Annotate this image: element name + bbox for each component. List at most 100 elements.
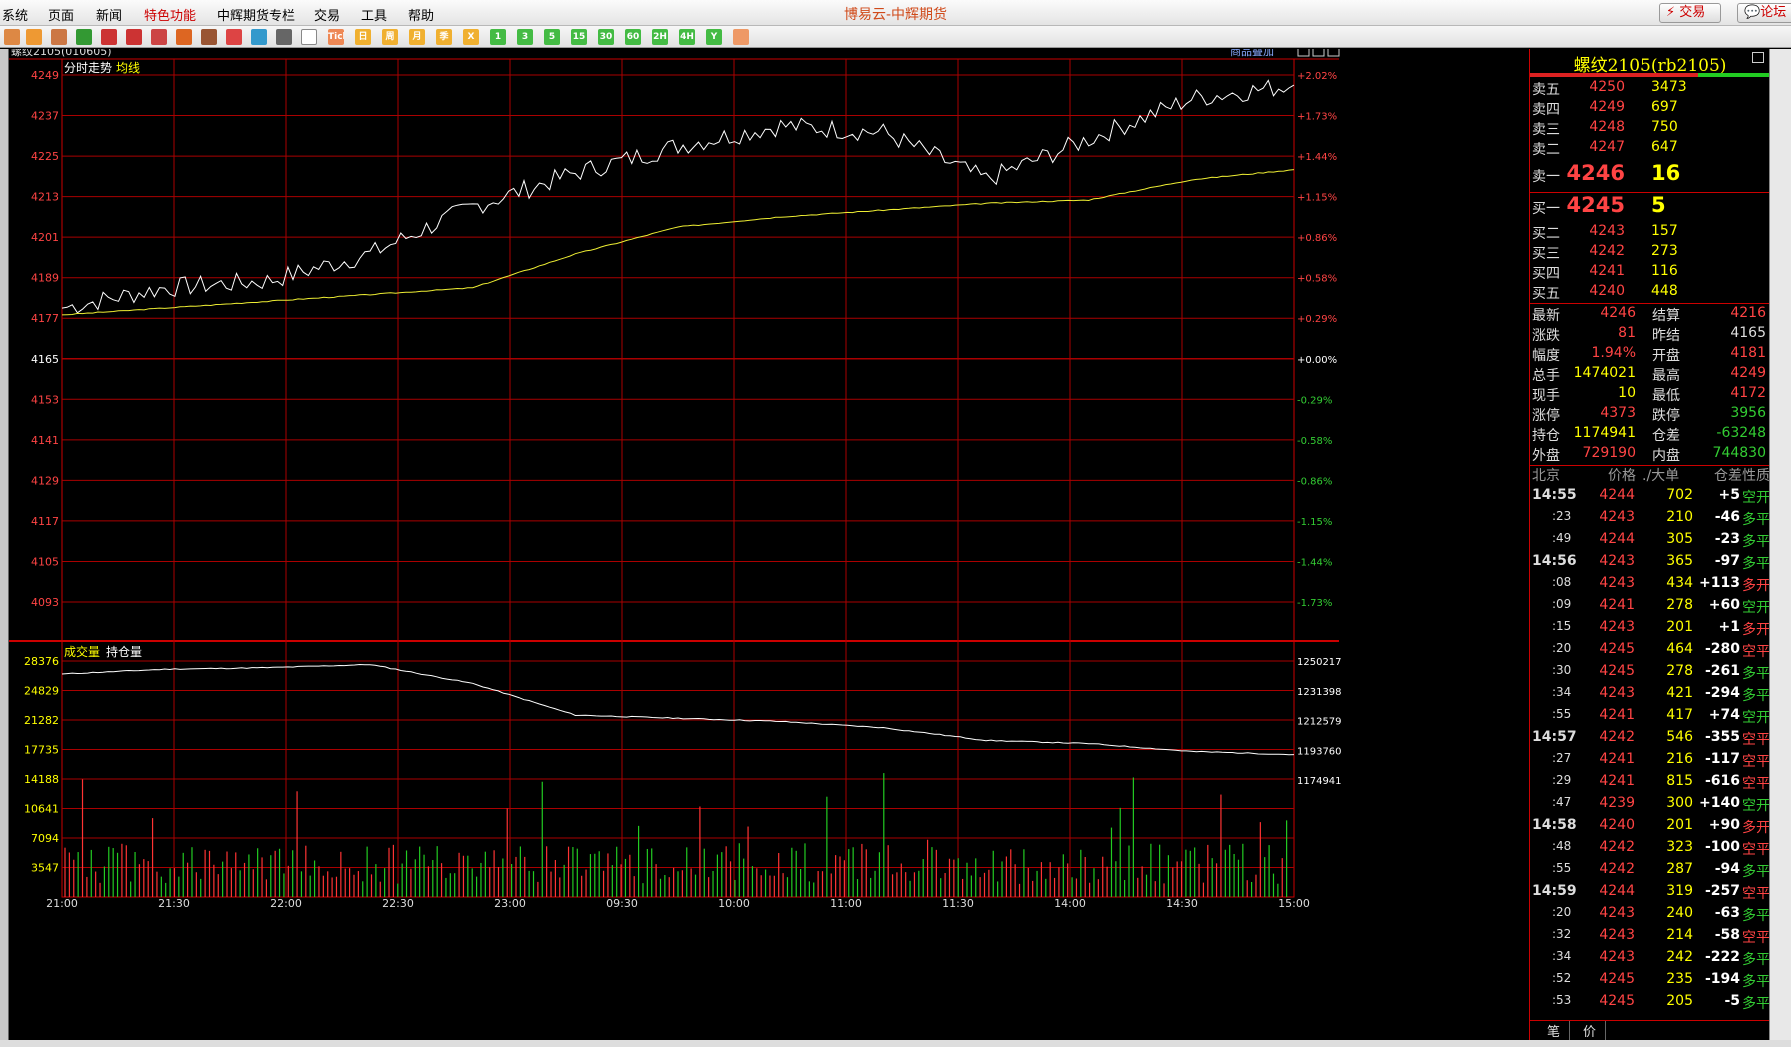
menu-features[interactable]: 特色功能: [144, 5, 196, 24]
filter-icon[interactable]: [226, 29, 242, 45]
zoom-in-icon[interactable]: [101, 29, 117, 45]
tick-nature: 多平: [1742, 534, 1770, 550]
left-tab-strip[interactable]: [0, 49, 9, 1047]
tick-row[interactable]: :23 4243 210 -46 多平: [1530, 509, 1770, 531]
ask-row[interactable]: 卖五 4250 3473: [1530, 79, 1770, 98]
draw-icon[interactable]: [176, 29, 192, 45]
tick-row[interactable]: :20 4243 240 -63 多平: [1530, 905, 1770, 927]
bid-row[interactable]: 买一 4245 5: [1530, 193, 1770, 221]
menu-zhonghui-column[interactable]: 中辉期货专栏: [217, 5, 295, 24]
month-icon[interactable]: 月: [409, 29, 425, 45]
3min-icon[interactable]: 3: [517, 29, 533, 45]
ask-row[interactable]: 卖一 4246 16: [1530, 161, 1770, 189]
time-label: 23:00: [494, 897, 526, 910]
quote-panel-max-icon[interactable]: [1752, 52, 1764, 63]
bottom-tab[interactable]: 笔: [1538, 1021, 1570, 1040]
menu-page[interactable]: 页面: [48, 5, 74, 24]
home-icon[interactable]: [4, 29, 20, 45]
15min-icon[interactable]: 15: [571, 29, 587, 45]
ask-row[interactable]: 卖四 4249 697: [1530, 99, 1770, 118]
trend-icon[interactable]: [301, 29, 317, 45]
bottom-tab[interactable]: 价: [1574, 1021, 1606, 1040]
tick-row[interactable]: :30 4245 278 -261 多平: [1530, 663, 1770, 685]
tick-row[interactable]: :49 4244 305 -23 多平: [1530, 531, 1770, 553]
tick-row[interactable]: :55 4241 417 +74 空开: [1530, 707, 1770, 729]
calc-icon[interactable]: [733, 29, 749, 45]
4h-icon[interactable]: 4H: [679, 29, 695, 45]
bid-row[interactable]: 买三 4242 273: [1530, 243, 1770, 262]
ask-label: 卖一: [1532, 169, 1560, 185]
tick-icon[interactable]: Tick: [328, 29, 344, 45]
ask-row[interactable]: 卖二 4247 647: [1530, 139, 1770, 158]
menu-tools[interactable]: 工具: [361, 5, 387, 24]
tick-row[interactable]: :09 4241 278 +60 空开: [1530, 597, 1770, 619]
tick-nature: 多平: [1742, 556, 1770, 572]
tick-row[interactable]: 14:56 4243 365 -97 多平: [1530, 553, 1770, 575]
day-icon[interactable]: 日: [355, 29, 371, 45]
tools-icon[interactable]: [201, 29, 217, 45]
tick-time: 14:59: [1532, 883, 1577, 899]
tick-row[interactable]: :08 4243 434 +113 多开: [1530, 575, 1770, 597]
tick-nature: 空平: [1742, 930, 1770, 946]
tick-row[interactable]: :32 4243 214 -58 空平: [1530, 927, 1770, 949]
menu-trade[interactable]: 交易: [314, 5, 340, 24]
tick-row[interactable]: :34 4243 421 -294 多平: [1530, 685, 1770, 707]
tick-row[interactable]: :20 4245 464 -280 空平: [1530, 641, 1770, 663]
tick-row[interactable]: 14:57 4242 546 -355 空平: [1530, 729, 1770, 751]
tick-row[interactable]: :48 4242 323 -100 空平: [1530, 839, 1770, 861]
5min-icon[interactable]: 5: [544, 29, 560, 45]
tick-row[interactable]: 14:59 4244 319 -257 空平: [1530, 883, 1770, 905]
percent-tick: +0.58%: [1297, 274, 1337, 285]
bid-row[interactable]: 买五 4240 448: [1530, 283, 1770, 302]
bid-label: 买一: [1532, 201, 1560, 217]
tick-row[interactable]: :29 4241 815 -616 空平: [1530, 773, 1770, 795]
folder-icon[interactable]: [51, 29, 67, 45]
zoom-out-icon[interactable]: [126, 29, 142, 45]
color-icon[interactable]: [151, 29, 167, 45]
1min-icon[interactable]: 1: [490, 29, 506, 45]
forum-button[interactable]: 💬论坛: [1737, 3, 1791, 23]
tick-time: :49: [1552, 531, 1572, 545]
tick-row[interactable]: 14:55 4244 702 +5 空开: [1530, 487, 1770, 509]
tick-time: 14:56: [1532, 553, 1577, 569]
tick-row[interactable]: :55 4242 287 -94 多平: [1530, 861, 1770, 883]
bid-label: 买二: [1532, 226, 1560, 242]
30min-icon[interactable]: 30: [598, 29, 614, 45]
tick-time: :47: [1552, 795, 1572, 809]
tick-oi-change: -117: [1704, 751, 1740, 767]
refresh-icon[interactable]: [76, 29, 92, 45]
percent-tick: +0.00%: [1297, 355, 1337, 366]
tick-volume: 365: [1666, 553, 1693, 569]
x-icon[interactable]: X: [463, 29, 479, 45]
menu-news[interactable]: 新闻: [96, 5, 122, 24]
tick-row[interactable]: :52 4245 235 -194 多平: [1530, 971, 1770, 993]
bid-row[interactable]: 买四 4241 116: [1530, 263, 1770, 282]
tick-row[interactable]: :15 4243 201 +1 多开: [1530, 619, 1770, 641]
table-icon[interactable]: [276, 29, 292, 45]
percent-tick: -1.73%: [1297, 598, 1332, 609]
tick-row[interactable]: :47 4239 300 +140 空开: [1530, 795, 1770, 817]
60min-icon[interactable]: 60: [625, 29, 641, 45]
year-icon[interactable]: Y: [706, 29, 722, 45]
time-label: 09:30: [606, 897, 638, 910]
overlay-link[interactable]: 商品叠加: [1230, 49, 1274, 58]
week-icon[interactable]: 周: [382, 29, 398, 45]
tick-time: :52: [1552, 971, 1572, 985]
ask-row[interactable]: 卖三 4248 750: [1530, 119, 1770, 138]
menu-help[interactable]: 帮助: [408, 5, 434, 24]
quote-scrollbar[interactable]: [1769, 49, 1791, 1040]
tick-row[interactable]: :34 4243 242 -222 多平: [1530, 949, 1770, 971]
oi-tick: 1174941: [1297, 776, 1342, 787]
stat-value: 1474021: [1573, 365, 1636, 381]
tick-row[interactable]: :53 4245 205 -5 多平: [1530, 993, 1770, 1015]
2h-icon[interactable]: 2H: [652, 29, 668, 45]
trade-button[interactable]: ⚡ 交易: [1659, 3, 1721, 23]
tick-row[interactable]: 14:58 4240 201 +90 多开: [1530, 817, 1770, 839]
new-icon[interactable]: [251, 29, 267, 45]
menu-system[interactable]: 系统: [2, 5, 28, 24]
bid-volume: 273: [1651, 243, 1678, 259]
stock-icon[interactable]: [26, 29, 42, 45]
tick-row[interactable]: :27 4241 216 -117 空平: [1530, 751, 1770, 773]
bid-row[interactable]: 买二 4243 157: [1530, 223, 1770, 242]
season-icon[interactable]: 季: [436, 29, 452, 45]
